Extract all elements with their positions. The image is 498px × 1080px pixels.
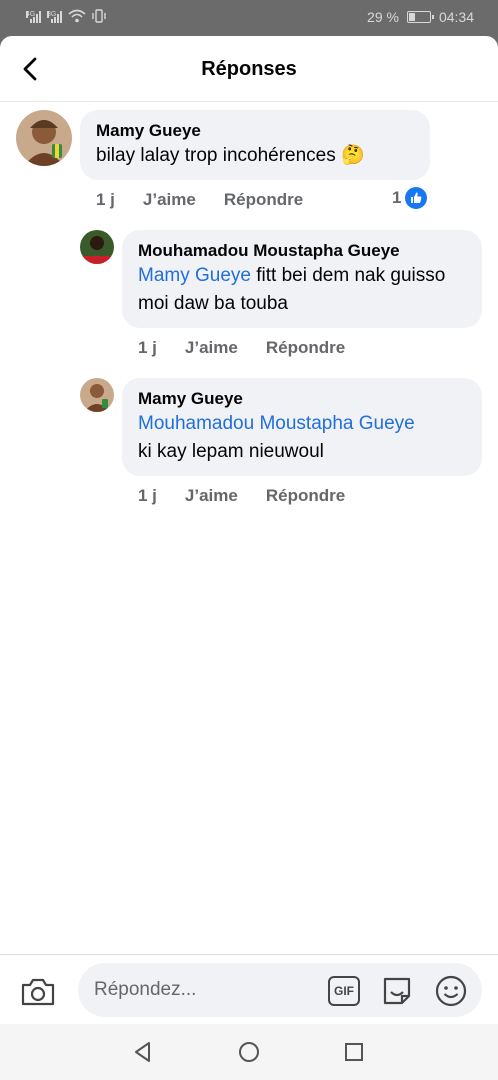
status-bar: 4G 3G 29 % 04:34: [0, 0, 498, 36]
reply-input[interactable]: [94, 963, 314, 1017]
comment-author[interactable]: Mouhamadou Moustapha Gueye: [138, 240, 466, 262]
header: Réponses: [0, 36, 498, 102]
comment-author[interactable]: Mamy Gueye: [96, 120, 414, 142]
sticker-icon[interactable]: [380, 974, 414, 1008]
camera-icon[interactable]: [20, 977, 56, 1007]
status-icons-right: 29 % 04:34: [367, 9, 474, 25]
clock: 04:34: [438, 9, 474, 25]
comment-text: ki kay lepam nieuwoul: [138, 441, 324, 462]
comment-text: bilay lalay trop incohérences 🤔: [96, 145, 365, 166]
vibrate-icon: [92, 9, 106, 23]
gif-icon[interactable]: GIF: [328, 976, 360, 1006]
replies-sheet: Réponses Mamy Gueye bilay lalay trop inc…: [0, 36, 498, 1080]
comment-time: 1 j: [96, 190, 115, 209]
avatar[interactable]: [80, 230, 114, 264]
emoji-icon[interactable]: [434, 974, 468, 1008]
like-button[interactable]: J’aime: [185, 486, 238, 506]
avatar[interactable]: [80, 378, 114, 412]
reply-composer: GIF: [0, 954, 498, 1024]
signal-icon: 4G: [26, 11, 41, 23]
system-nav-bar: [0, 1024, 498, 1080]
mention-link[interactable]: Mouhamadou Moustapha Gueye: [138, 410, 466, 438]
reply-button[interactable]: Répondre: [266, 486, 345, 506]
reply-input-container: GIF: [78, 963, 482, 1017]
like-button[interactable]: J’aime: [143, 190, 196, 210]
thumbs-up-icon: [405, 187, 428, 209]
home-circle-icon[interactable]: [236, 1039, 262, 1065]
wifi-icon: [68, 9, 86, 23]
comment-actions: 1 j J’aime Répondre: [138, 486, 373, 506]
comment-actions: 1 j J’aime Répondre: [138, 338, 373, 358]
comment-time: 1 j: [138, 338, 157, 357]
reply-button[interactable]: Répondre: [224, 190, 303, 210]
comment-actions: 1 j J’aime Répondre: [96, 190, 331, 210]
recents-square-icon[interactable]: [341, 1039, 367, 1065]
comment-bubble[interactable]: Mamy Gueye bilay lalay trop incohérences…: [80, 110, 430, 180]
like-button[interactable]: J’aime: [185, 338, 238, 358]
back-triangle-icon[interactable]: [130, 1039, 156, 1065]
like-count: 1: [392, 188, 402, 207]
signal-icon: 3G: [47, 11, 62, 23]
battery-icon: [406, 11, 434, 23]
comment-bubble[interactable]: Mouhamadou Moustapha Gueye Mamy Gueye fi…: [122, 230, 482, 328]
comment-bubble[interactable]: Mamy Gueye Mouhamadou Moustapha Gueye ki…: [122, 378, 482, 476]
mention-link[interactable]: Mamy Gueye: [138, 265, 251, 286]
status-icons-left: 4G 3G: [26, 9, 106, 23]
avatar[interactable]: [16, 110, 72, 166]
comment-time: 1 j: [138, 486, 157, 505]
page-title: Réponses: [201, 58, 297, 80]
reaction-count[interactable]: 1: [392, 187, 428, 209]
reply-button[interactable]: Répondre: [266, 338, 345, 358]
comment-author[interactable]: Mamy Gueye: [138, 388, 466, 410]
battery-percent: 29 %: [367, 9, 399, 25]
comment-text: Mamy Gueye fitt bei dem nak guisso moi d…: [138, 265, 446, 314]
